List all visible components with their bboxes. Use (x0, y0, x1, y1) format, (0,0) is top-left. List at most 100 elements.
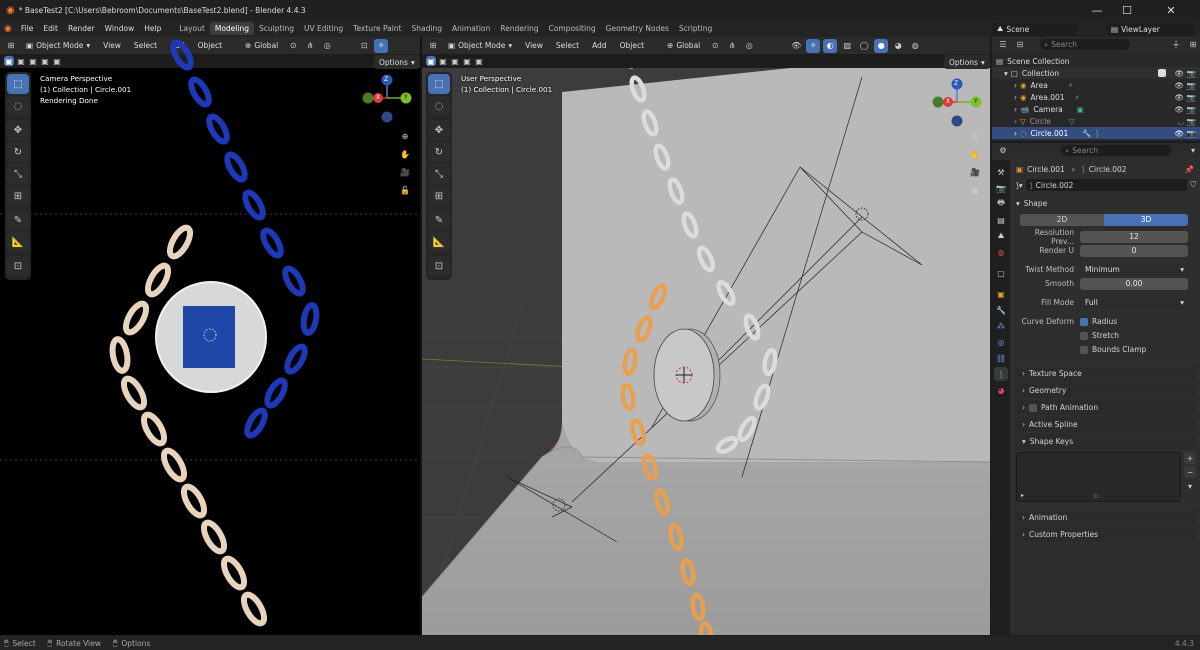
datablock-name-field[interactable]: ⟆ Circle.002 (1025, 179, 1188, 191)
menu-render[interactable]: Render (63, 24, 100, 33)
menu-file[interactable]: File (16, 24, 39, 33)
shape-key-specials-icon[interactable]: ▾ (1184, 480, 1196, 492)
rotate-tool-icon[interactable]: ↻ (7, 142, 29, 162)
curve-data-icon[interactable]: ⟆▾ (1016, 181, 1023, 190)
add-shape-key-icon[interactable]: + (1184, 452, 1196, 464)
pivot-icon[interactable]: ⊙ (708, 39, 722, 53)
pan-hand-icon[interactable]: ✋ (398, 147, 412, 161)
menu-select[interactable]: Select (551, 41, 584, 50)
orientation-dropdown[interactable]: ⊕ Global (662, 38, 706, 53)
eye-icon[interactable]: 👁 (1174, 105, 1184, 114)
cursor-tool-icon[interactable]: ◌ (428, 96, 450, 116)
display-mode-icon[interactable]: ⊟ (1013, 38, 1027, 52)
overlays-icon[interactable]: ◐ (823, 38, 838, 53)
select-intersect-icon[interactable]: ▣ (474, 56, 484, 66)
panel-texture-space[interactable]: › Texture Space (1016, 366, 1196, 381)
shape-panel-header[interactable]: ▾ Shape (1012, 196, 1200, 211)
scale-tool-icon[interactable]: ⤡ (428, 164, 450, 184)
camera-view-icon[interactable]: 🎥 (968, 165, 982, 179)
options-button[interactable]: Options ▾ (944, 55, 990, 69)
zoom-icon[interactable]: ⊕ (968, 129, 982, 143)
camera-render-icon[interactable]: 📷 (1187, 117, 1196, 126)
exclude-checkbox[interactable] (1158, 69, 1166, 77)
rendered-shading-icon[interactable]: ◍ (908, 39, 922, 53)
particles-tab-icon[interactable]: ⁂ (994, 319, 1008, 333)
tab-shading[interactable]: Shading (407, 22, 447, 35)
menu-view[interactable]: View (520, 41, 548, 50)
minimize-button[interactable]: — (1082, 0, 1112, 20)
annotate-tool-icon[interactable]: ✎ (428, 210, 450, 230)
menu-edit[interactable]: Edit (38, 24, 63, 33)
measure-tool-icon[interactable]: 📐 (7, 232, 29, 252)
wireframe-shading-icon[interactable]: ◯ (857, 39, 871, 53)
properties-editor-icon[interactable]: ⚙ (996, 144, 1010, 158)
chevron-right-icon[interactable]: › (1014, 81, 1017, 90)
chevron-right-icon[interactable]: › (1014, 93, 1017, 102)
select-extend-icon[interactable]: ▣ (438, 56, 448, 66)
panel-custom-properties[interactable]: › Custom Properties (1016, 527, 1196, 542)
object-tab-icon[interactable]: ▣ (994, 287, 1008, 301)
select-box-tool-icon[interactable]: ⬚ (428, 74, 450, 94)
filter-icon[interactable]: ⏚ (1169, 38, 1183, 52)
panel-animation[interactable]: › Animation (1016, 510, 1196, 525)
panel-geometry[interactable]: › Geometry (1016, 383, 1196, 398)
eye-icon[interactable]: 👁 (1174, 69, 1184, 78)
mode-dropdown[interactable]: ▣ Object Mode ▾ (443, 38, 518, 53)
xray-icon[interactable]: ▧ (840, 39, 854, 53)
tab-layout[interactable]: Layout (174, 22, 210, 35)
chevron-down-icon[interactable]: ▾ (1186, 144, 1200, 158)
eye-icon[interactable]: 👁 (1174, 81, 1184, 90)
menu-add[interactable]: Add (587, 41, 612, 50)
move-tool-icon[interactable]: ✥ (428, 120, 450, 140)
blender-menu-icon[interactable]: ◉ (4, 24, 12, 34)
proportional-edit-icon[interactable]: ◎ (742, 39, 756, 53)
smooth-field[interactable]: 0.00 (1080, 277, 1188, 290)
select-subtract-icon[interactable]: ▣ (450, 56, 460, 66)
twist-method-dropdown[interactable]: Minimum ▾ (1080, 263, 1188, 276)
shape-keys-list[interactable]: ▸ ⁞⁞⁞ (1016, 452, 1181, 502)
zoom-icon[interactable]: ⊕ (398, 129, 412, 143)
render-u-field[interactable]: 0 (1080, 244, 1188, 257)
chevron-right-icon[interactable]: › (1014, 129, 1017, 138)
radius-checkbox[interactable] (1080, 317, 1088, 326)
bounds-clamp-checkbox[interactable] (1080, 345, 1088, 354)
tab-compositing[interactable]: Compositing (544, 22, 601, 35)
camera-view-icon[interactable]: 🎥 (398, 165, 412, 179)
panel-path-animation[interactable]: › Path Animation (1016, 400, 1196, 415)
pin-icon[interactable]: 📌 (1185, 165, 1194, 174)
dim-3d-button[interactable]: 3D (1104, 213, 1188, 226)
material-tab-icon[interactable]: ◕ (994, 383, 1008, 397)
cursor-tool-icon[interactable]: ◌ (7, 96, 29, 116)
view-layer-tab-icon[interactable]: ▤ (994, 213, 1008, 227)
tool-tab-icon[interactable]: ⚒ (994, 165, 1008, 179)
remove-shape-key-icon[interactable]: − (1184, 466, 1196, 478)
visibility-icon[interactable]: 👁 (789, 39, 803, 53)
add-cube-tool-icon[interactable]: ⊡ (428, 256, 450, 276)
editor-type-icon[interactable]: ⊞ (426, 39, 440, 53)
select-box-tool-icon[interactable]: ⬚ (7, 74, 29, 94)
outliner-row-area-001[interactable]: › ◉ Area.001 ⚡ 👁 📷 (992, 91, 1200, 103)
material-shading-icon[interactable]: ◕ (891, 39, 905, 53)
outliner-row-circle-001[interactable]: › ◌ Circle.001 🔧 ⟆ 👁 📷 (992, 127, 1200, 139)
panel-shape-keys[interactable]: ▾ Shape Keys (1016, 434, 1196, 449)
solid-shading-icon[interactable]: ● (874, 38, 889, 53)
chevron-right-icon[interactable]: › (1014, 117, 1017, 126)
scene-selector[interactable]: ⛰ Scene (992, 22, 1078, 36)
measure-tool-icon[interactable]: 📐 (428, 232, 450, 252)
shield-icon[interactable]: ⛉ (1190, 180, 1196, 190)
world-tab-icon[interactable]: ◍ (994, 245, 1008, 259)
physics-tab-icon[interactable]: ◎ (994, 335, 1008, 349)
chevron-right-icon[interactable]: › (1014, 105, 1017, 114)
tab-sculpting[interactable]: Sculpting (254, 22, 299, 35)
chevron-down-icon[interactable]: ▾ (1004, 69, 1008, 78)
scale-tool-icon[interactable]: ⤡ (7, 164, 29, 184)
menu-window[interactable]: Window (100, 24, 140, 33)
select-invert-icon[interactable]: ▣ (462, 56, 472, 66)
perspective-toggle-icon[interactable]: ▦ (968, 183, 982, 197)
tab-animation[interactable]: Animation (447, 22, 495, 35)
viewport-camera[interactable]: ⊞ ▣ Object Mode ▾ View Select Add Object ⊕… (0, 37, 420, 635)
view-layer-selector[interactable]: ▤ ViewLayer (1106, 22, 1194, 36)
outliner-row-camera[interactable]: › 📹 Camera ▣ 👁 📷 (992, 103, 1200, 115)
rotate-tool-icon[interactable]: ↻ (428, 142, 450, 162)
move-tool-icon[interactable]: ✥ (7, 120, 29, 140)
